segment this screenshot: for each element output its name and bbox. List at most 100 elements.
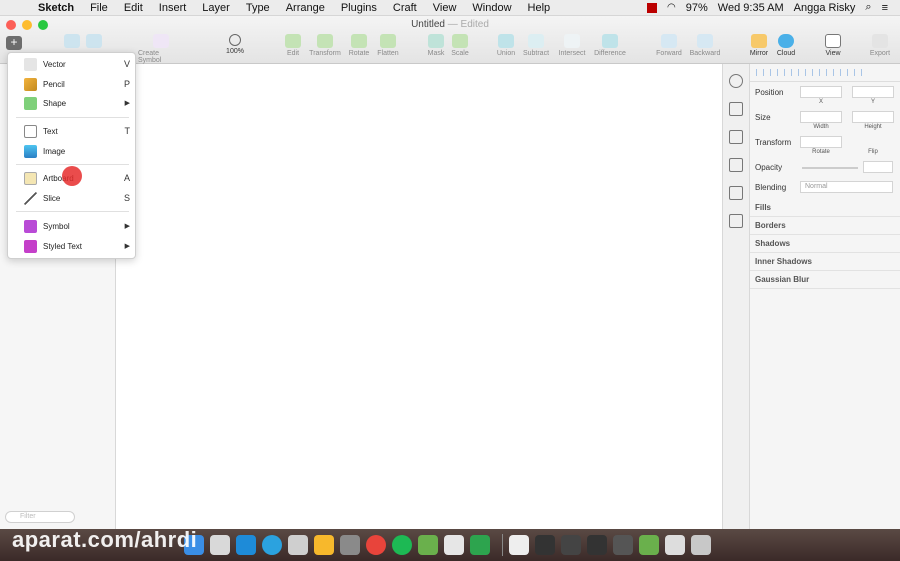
menu-help[interactable]: Help: [520, 2, 559, 14]
grid-icon[interactable]: [729, 186, 743, 200]
menu-edit[interactable]: Edit: [116, 2, 151, 14]
document-icon[interactable]: [509, 535, 529, 555]
create-symbol-button[interactable]: Create Symbol: [138, 34, 184, 64]
battery-text[interactable]: 97%: [686, 2, 708, 14]
menu-window[interactable]: Window: [464, 2, 519, 14]
app-icon[interactable]: [340, 535, 360, 555]
sketch-icon[interactable]: [314, 535, 334, 555]
align-left-icon[interactable]: [756, 69, 764, 76]
shadows-section[interactable]: Shadows: [750, 235, 900, 253]
telegram-icon[interactable]: [262, 535, 282, 555]
export-button[interactable]: Export: [858, 34, 900, 57]
distribute-h-icon[interactable]: [840, 69, 848, 76]
wifi-icon[interactable]: ◠: [667, 2, 676, 13]
height-field[interactable]: [852, 111, 894, 123]
rotate-icon: [351, 34, 367, 48]
chrome-icon[interactable]: [366, 535, 386, 555]
opacity-label: Opacity: [755, 163, 783, 172]
window-icon[interactable]: [535, 535, 555, 555]
x-field[interactable]: [800, 86, 842, 98]
transform-row: Transform Rotate Flip: [750, 132, 900, 157]
menu-item-image[interactable]: Image: [8, 142, 137, 160]
menu-file[interactable]: File: [82, 2, 116, 14]
menu-item-text[interactable]: Text T: [8, 122, 137, 140]
menu-plugins[interactable]: Plugins: [333, 2, 385, 14]
align-bottom-icon[interactable]: [826, 69, 834, 76]
menu-arrange[interactable]: Arrange: [278, 2, 333, 14]
app-menu[interactable]: Sketch: [30, 2, 82, 14]
gaussian-blur-section[interactable]: Gaussian Blur: [750, 271, 900, 289]
menu-item-slice[interactable]: Slice S: [8, 189, 137, 207]
cloud-button[interactable]: Cloud: [764, 34, 808, 57]
canvas[interactable]: [116, 64, 722, 529]
height-label: Height: [864, 124, 882, 130]
submenu-arrow: ▶: [124, 223, 130, 230]
backward-button[interactable]: Backward: [683, 34, 727, 57]
filter-input[interactable]: Filter: [5, 511, 75, 523]
menu-item-shape[interactable]: Shape ▶: [8, 94, 137, 112]
share-icon[interactable]: [729, 74, 743, 88]
scale-button[interactable]: Scale: [438, 34, 482, 57]
width-label: Width: [813, 124, 829, 130]
clock[interactable]: Wed 9:35 AM: [718, 2, 784, 14]
opacity-slider[interactable]: [802, 167, 858, 169]
app-icon[interactable]: [470, 535, 490, 555]
app-icon[interactable]: [236, 535, 256, 555]
align-middle-icon[interactable]: [812, 69, 820, 76]
borders-section[interactable]: Borders: [750, 217, 900, 235]
menu-item-symbol[interactable]: Symbol ▶: [8, 217, 137, 235]
list-icon[interactable]: [729, 158, 743, 172]
distribute-v-icon[interactable]: [854, 69, 862, 76]
export-icon: [872, 34, 888, 48]
menu-item-styled-text[interactable]: Styled Text ▶: [8, 237, 137, 255]
trash-icon[interactable]: [691, 535, 711, 555]
notification-icon[interactable]: ≡: [882, 2, 888, 14]
app-icon[interactable]: [639, 535, 659, 555]
width-field[interactable]: [800, 111, 842, 123]
union-icon: [498, 34, 514, 48]
app-icon[interactable]: [288, 535, 308, 555]
align-center-icon[interactable]: [770, 69, 778, 76]
spotify-icon[interactable]: [392, 535, 412, 555]
fills-section[interactable]: Fills: [750, 199, 900, 217]
menu-layer[interactable]: Layer: [194, 2, 238, 14]
resize-icon[interactable]: [729, 214, 743, 228]
view-label: View: [825, 50, 841, 57]
align-right-icon[interactable]: [784, 69, 792, 76]
menu-view[interactable]: View: [425, 2, 465, 14]
blending-select[interactable]: Normal: [800, 181, 893, 193]
window-icon[interactable]: [561, 535, 581, 555]
layers-icon[interactable]: [729, 130, 743, 144]
window-icon[interactable]: [665, 535, 685, 555]
y-field[interactable]: [852, 86, 894, 98]
user-name[interactable]: Angga Risky: [794, 2, 856, 14]
insert-button[interactable]: +: [6, 36, 22, 50]
record-icon[interactable]: [647, 2, 658, 13]
edit-icon: [285, 34, 301, 48]
view-button[interactable]: View: [811, 34, 855, 57]
flatten-button[interactable]: Flatten: [366, 34, 410, 57]
spotlight-icon[interactable]: ⌕: [865, 1, 871, 14]
menu-craft[interactable]: Craft: [385, 2, 425, 14]
ungroup-button[interactable]: [72, 34, 116, 50]
menu-insert[interactable]: Insert: [151, 2, 195, 14]
cloud-label: Cloud: [776, 50, 796, 57]
upload-icon[interactable]: [729, 102, 743, 116]
photos-icon[interactable]: [210, 535, 230, 555]
menu-item-pencil[interactable]: Pencil P: [8, 75, 137, 93]
window-icon[interactable]: [587, 535, 607, 555]
app-icon[interactable]: [444, 535, 464, 555]
zoom-value: 100%: [226, 48, 244, 55]
window-icon[interactable]: [613, 535, 633, 555]
difference-button[interactable]: Difference: [588, 34, 632, 57]
align-top-icon[interactable]: [798, 69, 806, 76]
app-icon[interactable]: [418, 535, 438, 555]
watermark: aparat.com/ahrdi: [12, 527, 198, 552]
menu-item-vector[interactable]: Vector V: [8, 55, 137, 73]
inner-shadows-section[interactable]: Inner Shadows: [750, 253, 900, 271]
difference-icon: [602, 34, 618, 48]
rotate-field[interactable]: [800, 136, 842, 148]
zoom-control[interactable]: 100%: [213, 34, 257, 55]
opacity-field[interactable]: [863, 161, 893, 173]
menu-type[interactable]: Type: [238, 2, 278, 14]
